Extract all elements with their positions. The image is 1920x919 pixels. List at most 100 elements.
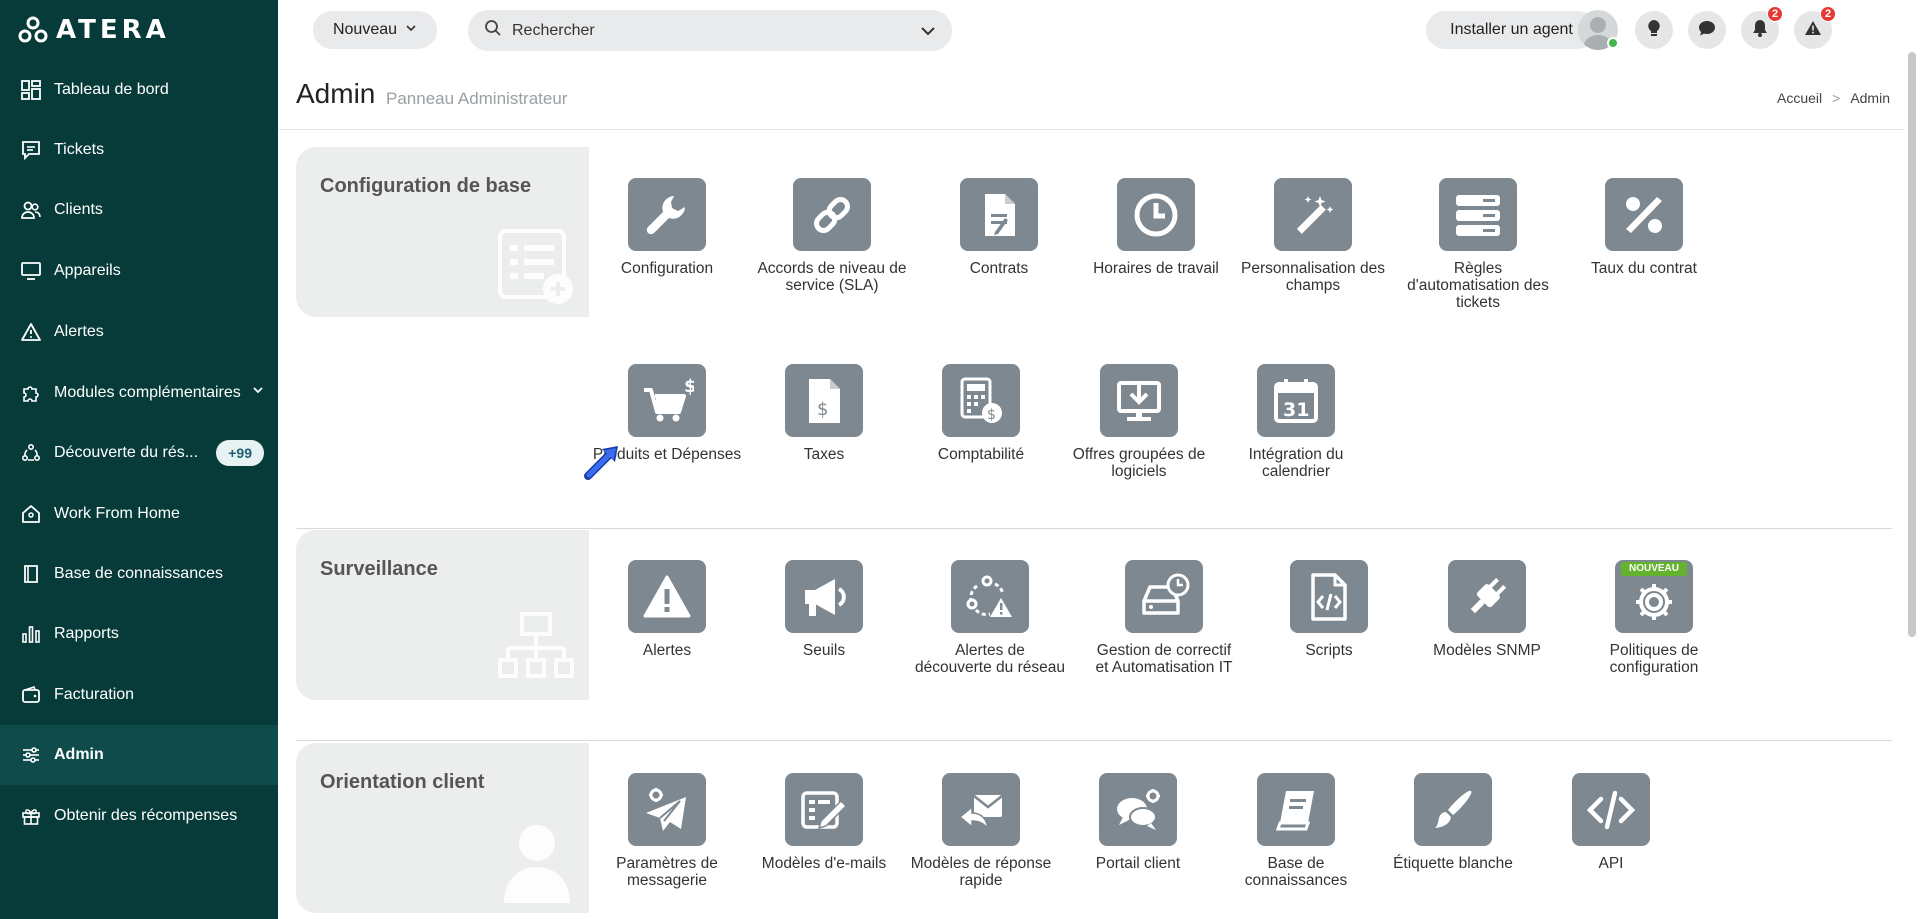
tile-accounting[interactable]: $ Comptabilité [906,364,1056,463]
scrollbar[interactable] [1908,52,1916,637]
dashboard-icon [20,79,42,101]
atera-logo[interactable]: ATERA [18,14,170,46]
tile-label: Base de connaissances [1244,855,1348,889]
wallet-icon [20,684,42,706]
brush-icon [1414,773,1492,846]
search-icon [484,19,502,42]
section-title: Configuration de base [320,175,532,197]
tile-label: Offres groupées de logiciels [1072,446,1206,480]
ticket-icon [20,139,42,161]
tile-quick-reply-templates[interactable]: Modèles de réponse rapide [906,773,1056,889]
sidebar-item-reports[interactable]: Rapports [0,604,278,664]
sidebar-item-label: Alertes [54,323,104,340]
tile-email-templates[interactable]: Modèles d'e-mails [749,773,899,872]
tile-sla[interactable]: Accords de niveau de service (SLA) [757,178,907,294]
sidebar-item-work-from-home[interactable]: Work From Home [0,484,278,544]
tile-label: Modèles de réponse rapide [910,855,1052,889]
page-subtitle: Panneau Administrateur [386,89,568,108]
sidebar-item-label: Appareils [54,262,121,279]
sidebar-item-knowledge-base[interactable]: Base de connaissances [0,544,278,604]
tile-patch-management[interactable]: Gestion de correctif et Automatisation I… [1089,560,1239,676]
sidebar-item-label: Base de connaissances [54,565,223,582]
count-badge: +99 [216,440,264,466]
tile-configuration[interactable]: Configuration [592,178,742,277]
tile-configuration-policies[interactable]: NOUVEAU Politiques de configuration [1579,560,1729,676]
chevron-down-icon[interactable] [252,383,264,401]
server-stack-icon [1439,178,1517,251]
tile-label: Taxes [803,446,845,463]
chat-button[interactable] [1688,11,1726,49]
brand-wordmark: ATERA [56,15,170,45]
bell-icon [1752,19,1768,42]
sidebar-item-devices[interactable]: Appareils [0,241,278,301]
chat-gear-icon [1099,773,1177,846]
tile-calendar-integration[interactable]: 31 Intégration du calendrier [1221,364,1371,480]
tile-messaging-settings[interactable]: Paramètres de messagerie [592,773,742,889]
sidebar-item-billing[interactable]: Facturation [0,665,278,725]
tile-network-discovery-alerts[interactable]: Alertes de découverte du réseau [915,560,1065,676]
sidebar-item-admin[interactable]: Admin [0,725,278,785]
book-icon [20,563,42,585]
paper-plane-gear-icon [628,773,706,846]
tile-label: Modèles SNMP [1433,642,1541,659]
sidebar-item-rewards[interactable]: Obtenir des récompenses [0,786,278,846]
sidebar-item-label: Modules complémentaires [54,384,241,401]
tile-field-customization[interactable]: Personnalisation des champs [1238,178,1388,294]
clock-icon [1117,178,1195,251]
tile-alerts[interactable]: Alertes [592,560,742,659]
sidebar-item-label: Tableau de bord [54,81,169,98]
lightbulb-button[interactable] [1635,11,1673,49]
tile-snmp-templates[interactable]: Modèles SNMP [1412,560,1562,659]
tile-label: Alertes [642,642,692,659]
svg-text:$: $ [684,376,694,397]
divider [278,129,1904,130]
tile-thresholds[interactable]: Seuils [749,560,899,659]
sidebar-item-addons[interactable]: Modules complémentaires [0,363,278,423]
tile-ticket-automation-rules[interactable]: Règles d'automatisation des tickets [1403,178,1553,311]
tile-work-hours[interactable]: Horaires de travail [1081,178,1231,277]
tile-knowledge-base[interactable]: Base de connaissances [1221,773,1371,889]
megaphone-icon [785,560,863,633]
tile-contract-rate[interactable]: Taux du contrat [1569,178,1719,277]
bar-chart-icon [20,623,42,645]
section-client-orientation: Orientation client [296,743,589,913]
tile-label: Politiques de configuration [1609,642,1699,676]
new-button[interactable]: Nouveau [313,11,437,49]
sidebar-item-clients[interactable]: Clients [0,180,278,240]
tile-taxes[interactable]: $ Taxes [749,364,899,463]
tile-label: Modèles d'e-mails [761,855,887,872]
calendar-icon: 31 [1257,364,1335,437]
chevron-down-icon [405,21,417,39]
breadcrumb-home-link[interactable]: Accueil [1777,90,1822,106]
tile-api[interactable]: API [1536,773,1686,872]
calendar-day: 31 [1283,399,1309,421]
notifications-button[interactable]: 2 [1741,6,1783,49]
sidebar-item-dashboard[interactable]: Tableau de bord [0,60,278,120]
warning-icon [628,560,706,633]
sidebar-item-network-discovery[interactable]: Découverte du rés... +99 [0,423,278,483]
search-placeholder: Rechercher [512,21,595,39]
breadcrumb-current: Admin [1850,90,1890,106]
svg-text:$: $ [817,399,828,420]
link-icon [793,178,871,251]
tile-client-portal[interactable]: Portail client [1063,773,1213,872]
tile-software-bundles[interactable]: Offres groupées de logiciels [1064,364,1214,480]
tile-label: Accords de niveau de service (SLA) [757,260,907,294]
tile-label: API [1598,855,1624,872]
search-input[interactable]: Rechercher [468,10,952,51]
sidebar-item-label: Clients [54,201,103,218]
alerts-button[interactable]: 2 [1794,6,1836,49]
warning-icon [1804,20,1822,41]
sidebar-item-tickets[interactable]: Tickets [0,120,278,180]
tax-document-icon: $ [785,364,863,437]
tile-contracts[interactable]: Contrats [924,178,1074,277]
tile-white-label[interactable]: Étiquette blanche [1378,773,1528,872]
lightbulb-icon [1646,19,1662,42]
install-agent-button[interactable]: Installer un agent [1426,11,1597,49]
sidebar-item-alerts[interactable]: Alertes [0,302,278,362]
tile-scripts[interactable]: Scripts [1254,560,1404,659]
tile-label: Alertes de découverte du réseau [915,642,1065,676]
download-monitor-icon [1100,364,1178,437]
section-base-configuration: Configuration de base [296,147,589,317]
chevron-down-icon[interactable] [920,23,936,44]
